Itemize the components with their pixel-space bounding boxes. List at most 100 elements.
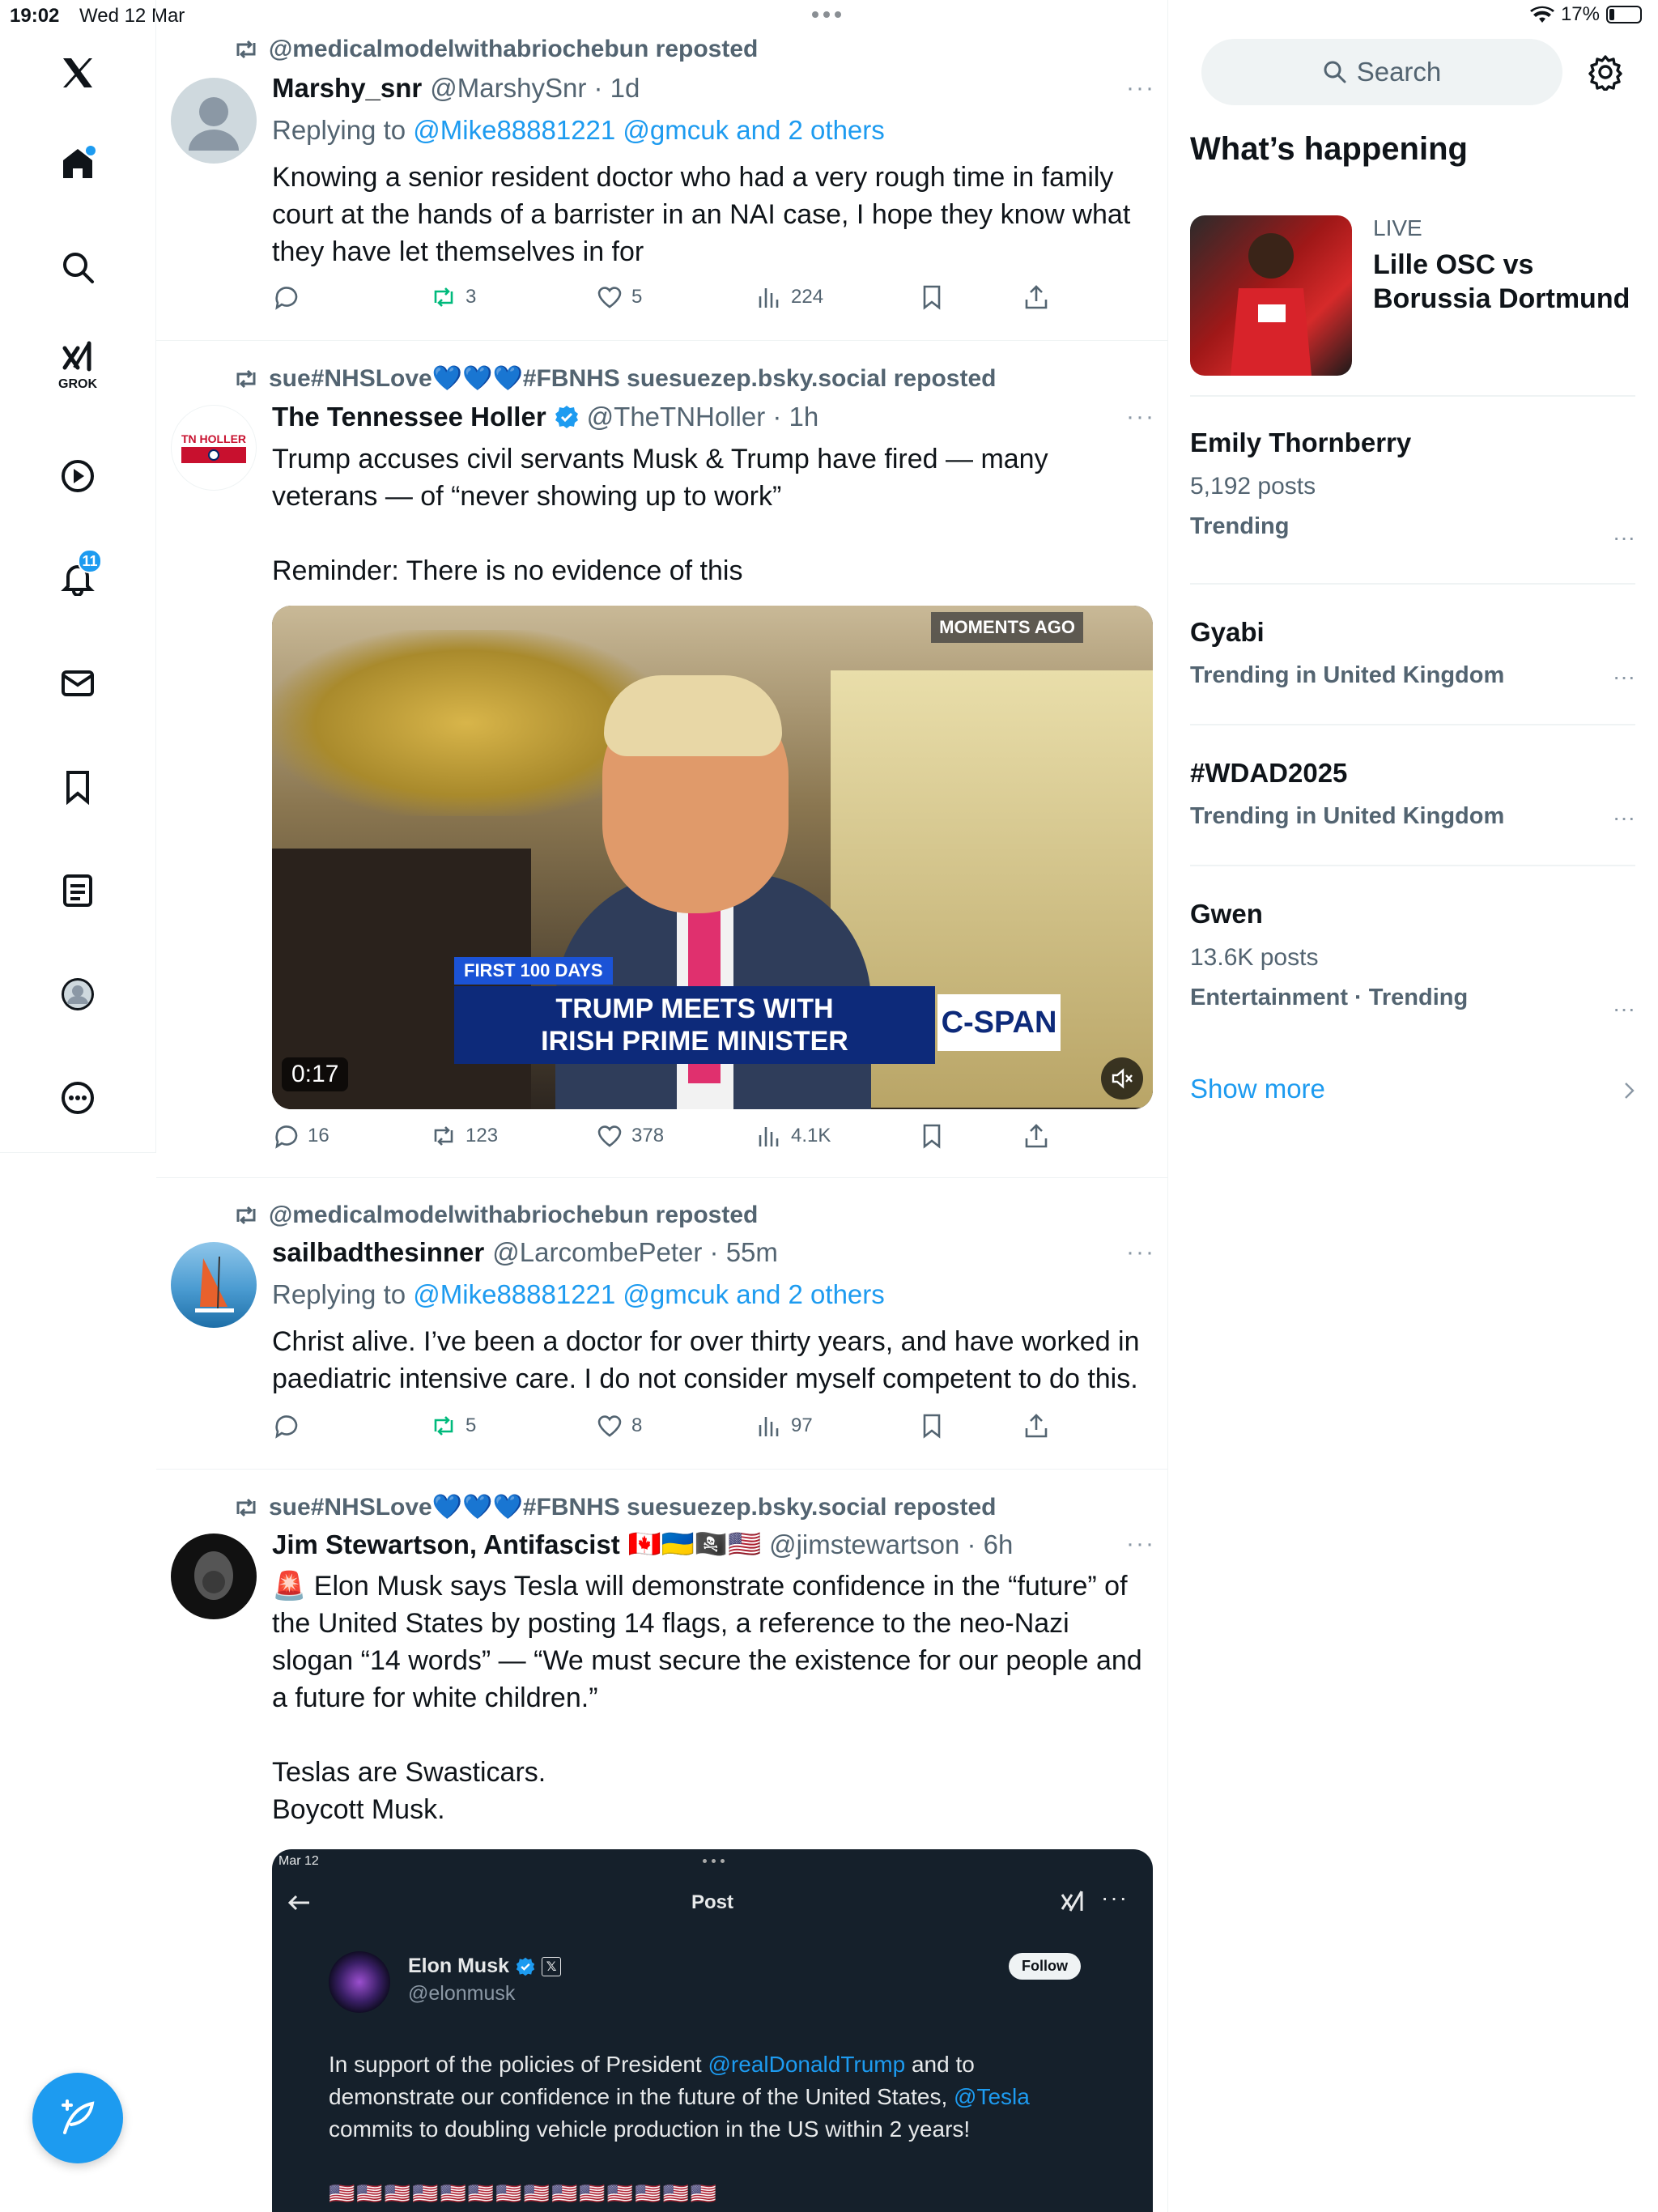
tweet-text-3: Boycott Musk.: [272, 1794, 445, 1825]
repost-text[interactable]: @medicalmodelwithabriochebun reposted: [269, 36, 758, 63]
bell-icon[interactable]: 11: [50, 549, 105, 606]
view-count: 97: [791, 1414, 813, 1436]
live-event-thumbnail[interactable]: [1190, 215, 1352, 376]
tweet-more-button[interactable]: ···: [1126, 74, 1155, 102]
like-button[interactable]: 378: [596, 1122, 664, 1150]
retweet-icon: [434, 287, 453, 307]
author-handle[interactable]: @TheTNHoller · 1h: [587, 402, 819, 432]
tweet-header: Jim Stewartson, Antifascist 🇨🇦🇺🇦🏴‍☠️🇺🇸 @…: [272, 1529, 1013, 1560]
list-icon[interactable]: [50, 863, 105, 918]
x-logo-icon[interactable]: [50, 45, 105, 100]
retweet-button[interactable]: 5: [430, 1412, 476, 1440]
more-icon[interactable]: [50, 1070, 105, 1125]
trend-more-button[interactable]: ···: [1613, 996, 1635, 1022]
trend-item[interactable]: Gyabi Trending in United Kingdom ···: [1190, 617, 1635, 689]
verified-icon: [555, 406, 578, 428]
trend-item[interactable]: #WDAD2025 Trending in United Kingdom ···: [1190, 758, 1635, 830]
like-count: 5: [631, 286, 643, 308]
retweet-button[interactable]: 3: [430, 283, 476, 311]
gear-icon[interactable]: [1587, 53, 1624, 91]
tweet-text: Knowing a senior resident doctor who had…: [272, 162, 1131, 267]
divider: [1190, 395, 1635, 397]
mail-icon[interactable]: [50, 656, 105, 711]
trend-meta: Entertainment · Trending: [1190, 985, 1469, 1010]
avatar[interactable]: [171, 1242, 257, 1328]
tweet-text-2: Teslas are Swasticars.: [272, 1757, 546, 1788]
tweet-header: The Tennessee Holler @TheTNHoller · 1h: [272, 402, 818, 432]
reply-mentions[interactable]: @Mike88881221 @gmcuk and 2 others: [413, 115, 885, 145]
show-more-link[interactable]: Show more: [1190, 1074, 1325, 1104]
view-count: 224: [791, 286, 824, 308]
mute-button[interactable]: [1101, 1057, 1143, 1100]
author-name[interactable]: The Tennessee Holler: [272, 402, 546, 432]
reply-mentions[interactable]: @Mike88881221 @gmcuk and 2 others: [413, 1279, 885, 1309]
tweet-actions: 5 8 97: [272, 1412, 1227, 1448]
views-icon: [759, 1417, 779, 1436]
bookmark-button[interactable]: [918, 1412, 946, 1440]
live-event-title[interactable]: Lille OSC vs Borussia Dortmund: [1373, 248, 1640, 316]
profile-icon[interactable]: [50, 967, 105, 1022]
repost-context: @medicalmodelwithabriochebun reposted: [233, 1202, 758, 1229]
author-handle[interactable]: @jimstewartson · 6h: [769, 1529, 1013, 1560]
repost-context: @medicalmodelwithabriochebun reposted: [233, 36, 758, 63]
views-button[interactable]: 224: [755, 283, 823, 311]
author-handle[interactable]: @MarshySnr · 1d: [430, 73, 640, 104]
view-count: 4.1K: [791, 1125, 831, 1146]
reply-button[interactable]: 16: [272, 1122, 329, 1150]
author-handle[interactable]: @LarcombePeter · 55m: [492, 1237, 778, 1268]
trend-more-button[interactable]: ···: [1613, 525, 1635, 551]
tweet-header: sailbadthesinner @LarcombePeter · 55m: [272, 1237, 778, 1268]
avatar[interactable]: [171, 1534, 257, 1619]
search-icon[interactable]: [50, 240, 105, 295]
avatar-text: TN HOLLER: [181, 432, 247, 445]
views-button[interactable]: 97: [755, 1412, 813, 1440]
trend-more-button[interactable]: ···: [1613, 664, 1635, 690]
retweet-button[interactable]: 123: [430, 1122, 498, 1150]
reply-button[interactable]: [272, 283, 308, 311]
author-name[interactable]: Jim Stewartson, Antifascist: [272, 1529, 620, 1560]
video-icon[interactable]: [50, 449, 105, 504]
share-button[interactable]: [1022, 1412, 1050, 1440]
avatar[interactable]: [171, 78, 257, 164]
divider: [156, 1177, 1168, 1178]
like-button[interactable]: 5: [596, 283, 642, 311]
tweet-more-button[interactable]: ···: [1126, 1239, 1155, 1266]
video-player[interactable]: MOMENTS AGO FIRST 100 DAYS TRUMP MEETS W…: [272, 606, 1153, 1109]
like-button[interactable]: 8: [596, 1412, 642, 1440]
trend-item[interactable]: Gwen 13.6K posts Entertainment · Trendin…: [1190, 899, 1635, 1021]
like-count: 378: [631, 1125, 665, 1146]
bookmark-icon: [923, 1414, 941, 1439]
trend-item[interactable]: Emily Thornberry 5,192 posts Trending ··…: [1190, 428, 1635, 550]
bookmark-icon: [923, 285, 941, 310]
author-name[interactable]: Marshy_snr: [272, 73, 422, 104]
grok-icon[interactable]: GROK: [50, 338, 105, 393]
repost-text[interactable]: @medicalmodelwithabriochebun reposted: [269, 1202, 758, 1229]
trend-meta: Trending in United Kingdom: [1190, 803, 1505, 829]
trend-more-button[interactable]: ···: [1613, 805, 1635, 831]
trend-title: #WDAD2025: [1190, 758, 1348, 788]
embed-multitask-dots-icon: [703, 1859, 725, 1863]
tweet-more-button[interactable]: ···: [1126, 1530, 1155, 1558]
repost-context: sue#NHSLove💙💙💙#FBNHS suesuezep.bsky.soci…: [233, 364, 996, 393]
retweet-count: 3: [466, 286, 477, 308]
verified-icon: [516, 1957, 535, 1976]
search-input[interactable]: Search: [1201, 39, 1562, 105]
share-button[interactable]: [1022, 283, 1050, 311]
bookmark-icon[interactable]: [50, 759, 105, 815]
bookmark-button[interactable]: [918, 1122, 946, 1150]
tweet-more-button[interactable]: ···: [1126, 403, 1155, 431]
author-name[interactable]: sailbadthesinner: [272, 1237, 484, 1268]
repost-text[interactable]: sue#NHSLove💙💙💙#FBNHS suesuezep.bsky.soci…: [269, 364, 996, 393]
share-button[interactable]: [1022, 1122, 1050, 1150]
compose-button[interactable]: [32, 2073, 123, 2163]
embedded-screenshot[interactable]: Mar 12 Post ··· Elon Musk 𝕏 @elonmusk Fo…: [272, 1849, 1153, 2212]
reply-button[interactable]: [272, 1412, 308, 1440]
battery-percent: 17%: [1560, 3, 1600, 25]
reply-icon: [275, 1125, 298, 1149]
avatar[interactable]: TN HOLLER: [171, 405, 257, 491]
views-button[interactable]: 4.1K: [755, 1122, 831, 1150]
grok-label: GROK: [58, 377, 97, 391]
home-icon[interactable]: [50, 136, 105, 191]
bookmark-button[interactable]: [918, 283, 946, 311]
repost-text[interactable]: sue#NHSLove💙💙💙#FBNHS suesuezep.bsky.soci…: [269, 1493, 996, 1521]
